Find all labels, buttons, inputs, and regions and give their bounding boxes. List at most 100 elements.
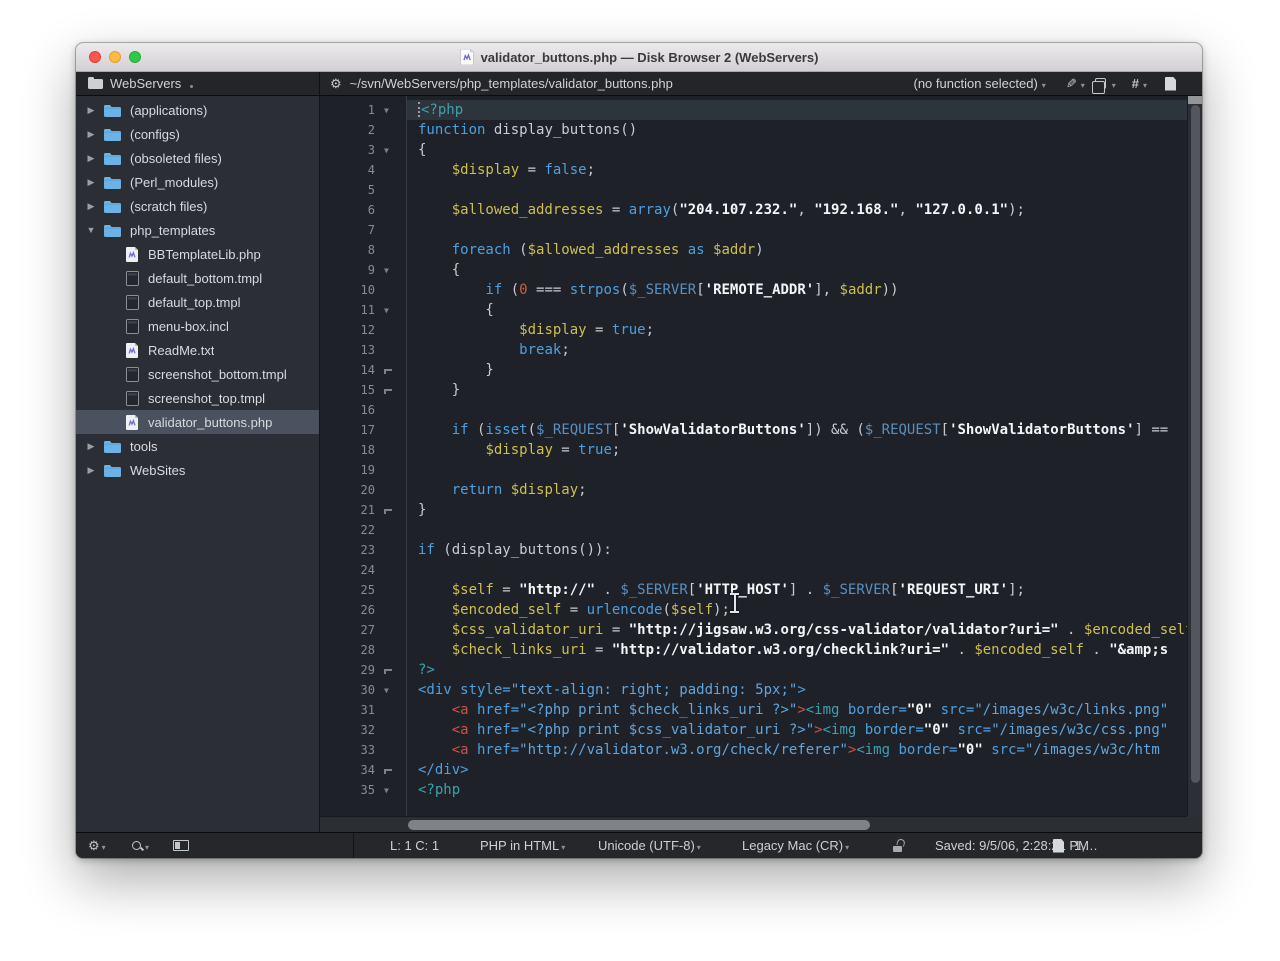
tree-item-menu-box-incl[interactable]: menu-box.incl	[76, 314, 319, 338]
tree-item-default-top-tmpl[interactable]: default_top.tmpl	[76, 290, 319, 314]
tree-item-label: screenshot_bottom.tmpl	[148, 367, 287, 382]
zoom-window-button[interactable]	[129, 51, 141, 63]
fold-end-icon[interactable]	[378, 386, 406, 394]
code-line-20[interactable]: 20 return $display;	[320, 480, 1187, 500]
code-line-4[interactable]: 4 $display = false;	[320, 160, 1187, 180]
code-line-26[interactable]: 26 $encoded_self = urlencode($self);	[320, 600, 1187, 620]
code-line-29[interactable]: 29?>	[320, 660, 1187, 680]
line-number: 4	[320, 163, 378, 177]
tree-item-screenshot-top-tmpl[interactable]: screenshot_top.tmpl	[76, 386, 319, 410]
tree-item-websites[interactable]: ▶WebSites	[76, 458, 319, 482]
code-line-19[interactable]: 19	[320, 460, 1187, 480]
status-search-menu[interactable]: ▾	[131, 833, 149, 858]
horizontal-scrollbar-thumb[interactable]	[408, 820, 870, 830]
tree-item-default-bottom-tmpl[interactable]: default_bottom.tmpl	[76, 266, 319, 290]
code-line-18[interactable]: 18 $display = true;	[320, 440, 1187, 460]
insertion-point-caret	[418, 102, 420, 117]
tree-item-configs[interactable]: ▶(configs)	[76, 122, 319, 146]
code-line-17[interactable]: 17 if (isset($_REQUEST['ShowValidatorBut…	[320, 420, 1187, 440]
markers-pencil-icon[interactable]: ✎	[1066, 76, 1077, 92]
tree-item-validator-buttons-php[interactable]: validator_buttons.php	[76, 410, 319, 434]
code-line-14[interactable]: 14 }	[320, 360, 1187, 380]
tree-item-screenshot-bottom-tmpl[interactable]: screenshot_bottom.tmpl	[76, 362, 319, 386]
tree-item-perl-modules[interactable]: ▶(Perl_modules)	[76, 170, 319, 194]
close-window-button[interactable]	[89, 51, 101, 63]
tree-item-tools[interactable]: ▶tools	[76, 434, 319, 458]
disclosure-triangle-icon[interactable]: ▶	[84, 177, 98, 188]
gear-icon[interactable]: ⚙	[330, 77, 342, 90]
code-text: $css_validator_uri = "http://jigsaw.w3.o…	[406, 620, 1187, 640]
code-line-6[interactable]: 6 $allowed_addresses = array("204.107.23…	[320, 200, 1187, 220]
disclosure-triangle-icon[interactable]: ▶	[84, 201, 98, 212]
fold-open-icon[interactable]: ▼	[378, 786, 406, 795]
code-line-7[interactable]: 7	[320, 220, 1187, 240]
tree-item-bbtemplatelib-php[interactable]: BBTemplateLib.php	[76, 242, 319, 266]
code-line-28[interactable]: 28 $check_links_uri = "http://validator.…	[320, 640, 1187, 660]
disclosure-triangle-icon[interactable]: ▶	[84, 129, 98, 140]
horizontal-scrollbar[interactable]	[320, 816, 1187, 832]
code-line-9[interactable]: 9▼ {	[320, 260, 1187, 280]
tree-item-scratch-files[interactable]: ▶(scratch files)	[76, 194, 319, 218]
vertical-scrollbar[interactable]	[1187, 96, 1202, 816]
tree-item-php-templates[interactable]: ▼php_templates	[76, 218, 319, 242]
code-line-33[interactable]: 33 <a href="http://validator.w3.org/chec…	[320, 740, 1187, 760]
generic-document-icon	[126, 319, 139, 334]
code-line-16[interactable]: 16	[320, 400, 1187, 420]
code-line-13[interactable]: 13 break;	[320, 340, 1187, 360]
line-number: 1	[320, 103, 378, 117]
code-line-30[interactable]: 30▼<div style="text-align: right; paddin…	[320, 680, 1187, 700]
code-line-22[interactable]: 22	[320, 520, 1187, 540]
code-line-35[interactable]: 35▼<?php	[320, 780, 1187, 800]
titlebar[interactable]: validator_buttons.php — Disk Browser 2 (…	[76, 43, 1202, 72]
code-line-23[interactable]: 23if (display_buttons()):	[320, 540, 1187, 560]
code-line-10[interactable]: 10 if (0 === strpos($_SERVER['REMOTE_ADD…	[320, 280, 1187, 300]
code-line-27[interactable]: 27 $css_validator_uri = "http://jigsaw.w…	[320, 620, 1187, 640]
fold-end-icon[interactable]	[378, 766, 406, 774]
code-text: $display = true;	[406, 320, 1187, 340]
fold-open-icon[interactable]: ▼	[378, 106, 406, 115]
line-endings-selector[interactable]: Legacy Mac (CR) ▾	[742, 833, 849, 858]
tree-item-obsoleted-files[interactable]: ▶(obsoleted files)	[76, 146, 319, 170]
fold-end-icon[interactable]	[378, 666, 406, 674]
tree-item-applications[interactable]: ▶(applications)	[76, 98, 319, 122]
fold-open-icon[interactable]: ▼	[378, 306, 406, 315]
new-document-icon[interactable]	[1165, 77, 1176, 91]
minimize-window-button[interactable]	[109, 51, 121, 63]
disclosure-triangle-icon[interactable]: ▶	[84, 105, 98, 116]
sidebar-toggle-button[interactable]	[173, 833, 189, 858]
disclosure-triangle-icon[interactable]: ▶	[84, 153, 98, 164]
disclosure-triangle-icon[interactable]: ▶	[84, 441, 98, 452]
related-documents-icon[interactable]	[1095, 78, 1106, 89]
status-gear-menu[interactable]: ⚙ ▾	[88, 833, 106, 858]
fold-open-icon[interactable]: ▼	[378, 686, 406, 695]
language-selector[interactable]: PHP in HTML ▾	[480, 833, 565, 858]
function-selector[interactable]: (no function selected)	[914, 76, 1038, 91]
code-line-32[interactable]: 32 <a href="<?php print $css_validator_u…	[320, 720, 1187, 740]
code-editor[interactable]: 1▼<?php2function display_buttons()3▼{4 $…	[320, 96, 1202, 832]
code-line-12[interactable]: 12 $display = true;	[320, 320, 1187, 340]
fold-end-icon[interactable]	[378, 506, 406, 514]
code-line-25[interactable]: 25 $self = "http://" . $_SERVER['HTTP_HO…	[320, 580, 1187, 600]
code-line-21[interactable]: 21}	[320, 500, 1187, 520]
code-line-2[interactable]: 2function display_buttons()	[320, 120, 1187, 140]
fold-open-icon[interactable]: ▼	[378, 266, 406, 275]
code-line-11[interactable]: 11▼ {	[320, 300, 1187, 320]
fold-end-icon[interactable]	[378, 366, 406, 374]
counterparts-hash-icon[interactable]: #	[1132, 76, 1139, 91]
code-line-31[interactable]: 31 <a href="<?php print $check_links_uri…	[320, 700, 1187, 720]
tree-item-readme-txt[interactable]: ReadMe.txt	[76, 338, 319, 362]
code-line-8[interactable]: 8 foreach ($allowed_addresses as $addr)	[320, 240, 1187, 260]
code-line-1[interactable]: 1▼<?php	[320, 100, 1187, 120]
code-line-24[interactable]: 24	[320, 560, 1187, 580]
code-line-15[interactable]: 15 }	[320, 380, 1187, 400]
disclosure-triangle-icon[interactable]: ▼	[84, 225, 98, 235]
code-line-3[interactable]: 3▼{	[320, 140, 1187, 160]
encoding-selector[interactable]: Unicode (UTF-8) ▾	[598, 833, 701, 858]
lock-toggle[interactable]	[893, 833, 904, 858]
code-line-34[interactable]: 34</div>	[320, 760, 1187, 780]
disclosure-triangle-icon[interactable]: ▶	[84, 465, 98, 476]
fold-open-icon[interactable]: ▼	[378, 146, 406, 155]
vertical-scrollbar-thumb[interactable]	[1191, 105, 1200, 783]
code-line-5[interactable]: 5	[320, 180, 1187, 200]
browser-root-selector[interactable]: WebServers	[76, 72, 320, 95]
